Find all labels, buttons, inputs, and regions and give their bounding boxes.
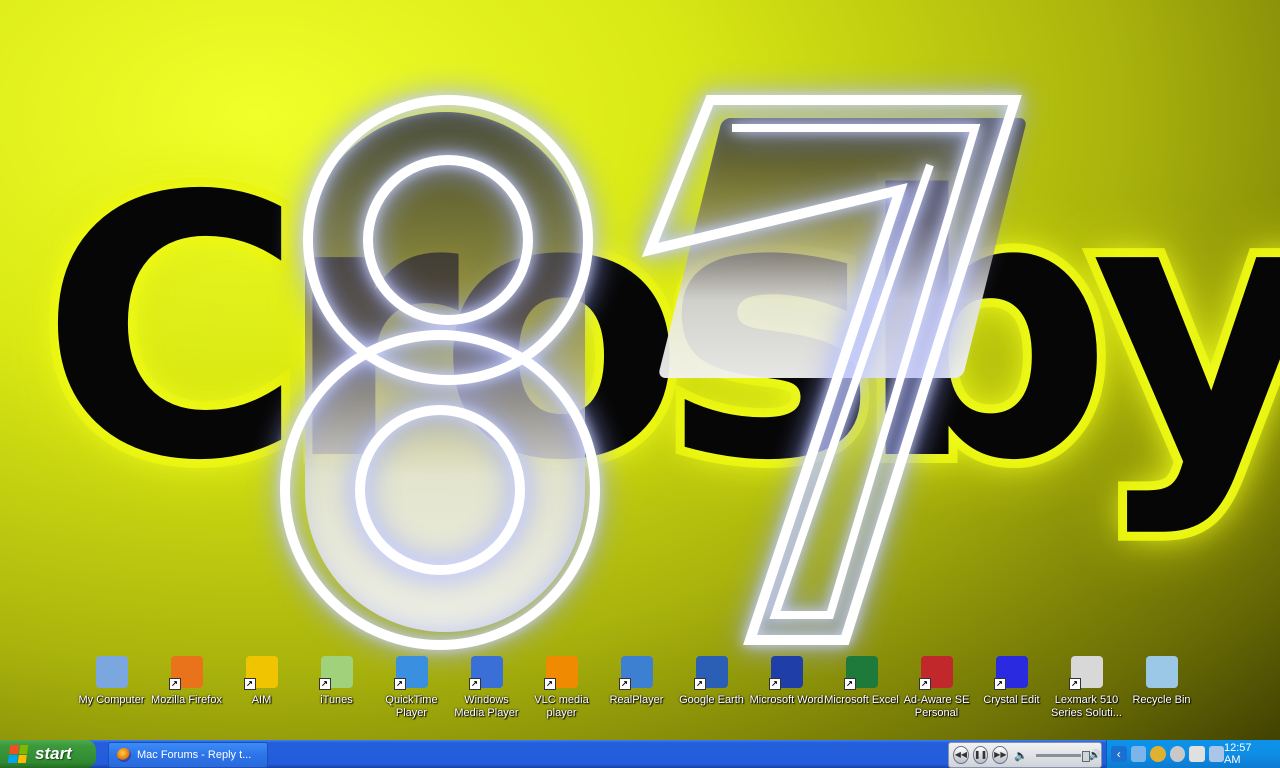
taskbar-window-button[interactable]: Mac Forums - Reply t... xyxy=(108,742,268,768)
desktop-icon-computer[interactable]: My Computer xyxy=(74,656,149,726)
word-icon: ↗ xyxy=(768,656,803,690)
shortcut-arrow-icon: ↗ xyxy=(168,678,181,690)
clock[interactable]: 12:57 AM xyxy=(1224,742,1269,766)
desktop-icon-label: Lexmark 510 Series Soluti... xyxy=(1051,694,1122,719)
usb-icon[interactable] xyxy=(1189,746,1205,762)
pause-icon[interactable]: ❚❚ xyxy=(972,746,989,764)
previous-icon[interactable]: ◀◀ xyxy=(953,746,969,764)
desktop-icon-label: Recycle Bin xyxy=(1132,694,1191,706)
desktop-icon-vlc[interactable]: ↗ VLC media player xyxy=(524,656,599,726)
desktop-icon-printer[interactable]: ↗ Lexmark 510 Series Soluti... xyxy=(1049,656,1124,726)
start-button[interactable]: start xyxy=(0,740,96,768)
excel-icon: ↗ xyxy=(843,656,878,690)
shortcut-arrow-icon: ↗ xyxy=(393,678,406,690)
desktop-icon-excel[interactable]: ↗ Microsoft Excel xyxy=(824,656,899,726)
wallpaper-number-87 xyxy=(280,95,1022,650)
desktop-icon-itunes[interactable]: ↗ iTunes xyxy=(299,656,374,726)
shortcut-arrow-icon: ↗ xyxy=(318,678,331,690)
volume-icon[interactable]: 🔈 xyxy=(1014,749,1028,762)
google-earth-icon: ↗ xyxy=(693,656,728,690)
shortcut-arrow-icon: ↗ xyxy=(993,678,1006,690)
shortcut-arrow-icon: ↗ xyxy=(843,678,856,690)
next-icon[interactable]: ▶▶ xyxy=(992,746,1009,764)
desktop-icon-quicktime[interactable]: ↗ QuickTime Player xyxy=(374,656,449,726)
desktop-icon-label: RealPlayer xyxy=(609,694,664,706)
aim-icon: ↗ xyxy=(243,656,278,690)
firefox-icon xyxy=(117,748,131,762)
windows-logo-icon xyxy=(7,745,29,763)
computer-icon xyxy=(95,656,128,688)
shortcut-arrow-icon: ↗ xyxy=(618,678,631,690)
desktop-icon-label: QuickTime Player xyxy=(385,694,438,719)
desktop-icon-label: AIM xyxy=(251,694,272,706)
shortcut-arrow-icon: ↗ xyxy=(243,678,256,690)
desktop-icon-realplayer[interactable]: ↗ RealPlayer xyxy=(599,656,674,726)
printer-icon: ↗ xyxy=(1068,656,1103,690)
desktop-icon-recycle-bin[interactable]: Recycle Bin xyxy=(1124,656,1199,726)
desktop-icon-label: iTunes xyxy=(320,694,353,706)
display-icon[interactable] xyxy=(1208,746,1224,762)
start-label: start xyxy=(35,744,72,763)
media-toolbar: ◀◀ ❚❚ ▶▶ 🔈 🔊 xyxy=(948,742,1102,768)
volume-high-icon: 🔊 xyxy=(1088,749,1101,761)
realplayer-icon: ↗ xyxy=(618,656,653,690)
desktop-icon-label: Ad-Aware SE Personal xyxy=(903,694,970,719)
desktop-icons: My Computer ↗ Mozilla Firefox ↗ AIM ↗ iTunes ↗ Q… xyxy=(74,656,1199,726)
volume-slider[interactable] xyxy=(1035,750,1090,762)
desktop-icon-word[interactable]: ↗ Microsoft Word xyxy=(749,656,824,726)
security-icon[interactable] xyxy=(1169,746,1185,762)
shortcut-arrow-icon: ↗ xyxy=(693,678,706,690)
crystal-edit-icon: ↗ xyxy=(993,656,1028,690)
desktop-icon-label: My Computer xyxy=(78,694,145,706)
system-tray: ‹ 12:57 AM xyxy=(1106,740,1280,768)
shortcut-arrow-icon: ↗ xyxy=(1068,678,1081,690)
desktop-icon-label: Microsoft Excel xyxy=(824,694,899,706)
desktop-icon-label: VLC media player xyxy=(534,694,589,719)
globe-icon[interactable] xyxy=(1150,746,1166,762)
desktop-icon-crystal-edit[interactable]: ↗ Crystal Edit xyxy=(974,656,1049,726)
desktop-icon-google-earth[interactable]: ↗ Google Earth xyxy=(674,656,749,726)
desktop-icon-firefox[interactable]: ↗ Mozilla Firefox xyxy=(149,656,224,726)
recycle-bin-icon xyxy=(1145,656,1178,688)
desktop-icon-label: Mozilla Firefox xyxy=(151,694,222,706)
shortcut-arrow-icon: ↗ xyxy=(918,678,931,690)
volume-slider-knob[interactable] xyxy=(1081,750,1090,762)
network-icon[interactable] xyxy=(1130,746,1146,762)
desktop-icon-aim[interactable]: ↗ AIM xyxy=(224,656,299,726)
shortcut-arrow-icon: ↗ xyxy=(768,678,781,690)
quicktime-icon: ↗ xyxy=(393,656,428,690)
itunes-icon: ↗ xyxy=(318,656,353,690)
desktop-icon-label: Windows Media Player xyxy=(454,694,519,719)
shortcut-arrow-icon: ↗ xyxy=(543,678,556,690)
desktop-icon-label: Crystal Edit xyxy=(983,694,1040,706)
firefox-icon: ↗ xyxy=(168,656,203,690)
vlc-icon: ↗ xyxy=(543,656,578,690)
adaware-icon: ↗ xyxy=(918,656,953,690)
shortcut-arrow-icon: ↗ xyxy=(468,678,481,690)
taskbar-window-title: Mac Forums - Reply t... xyxy=(137,749,252,761)
desktop-icon-adaware[interactable]: ↗ Ad-Aware SE Personal xyxy=(899,656,974,726)
desktop-wallpaper: Crosby xyxy=(0,0,1280,740)
show-hidden-icons-icon[interactable]: ‹ xyxy=(1111,746,1127,762)
wmp-icon: ↗ xyxy=(468,656,503,690)
desktop-icon-label: Google Earth xyxy=(679,694,744,706)
taskbar: start Mac Forums - Reply t... ◀◀ ❚❚ ▶▶ 🔈… xyxy=(0,740,1280,768)
desktop-icon-label: Microsoft Word xyxy=(749,694,824,706)
desktop-icon-wmp[interactable]: ↗ Windows Media Player xyxy=(449,656,524,726)
